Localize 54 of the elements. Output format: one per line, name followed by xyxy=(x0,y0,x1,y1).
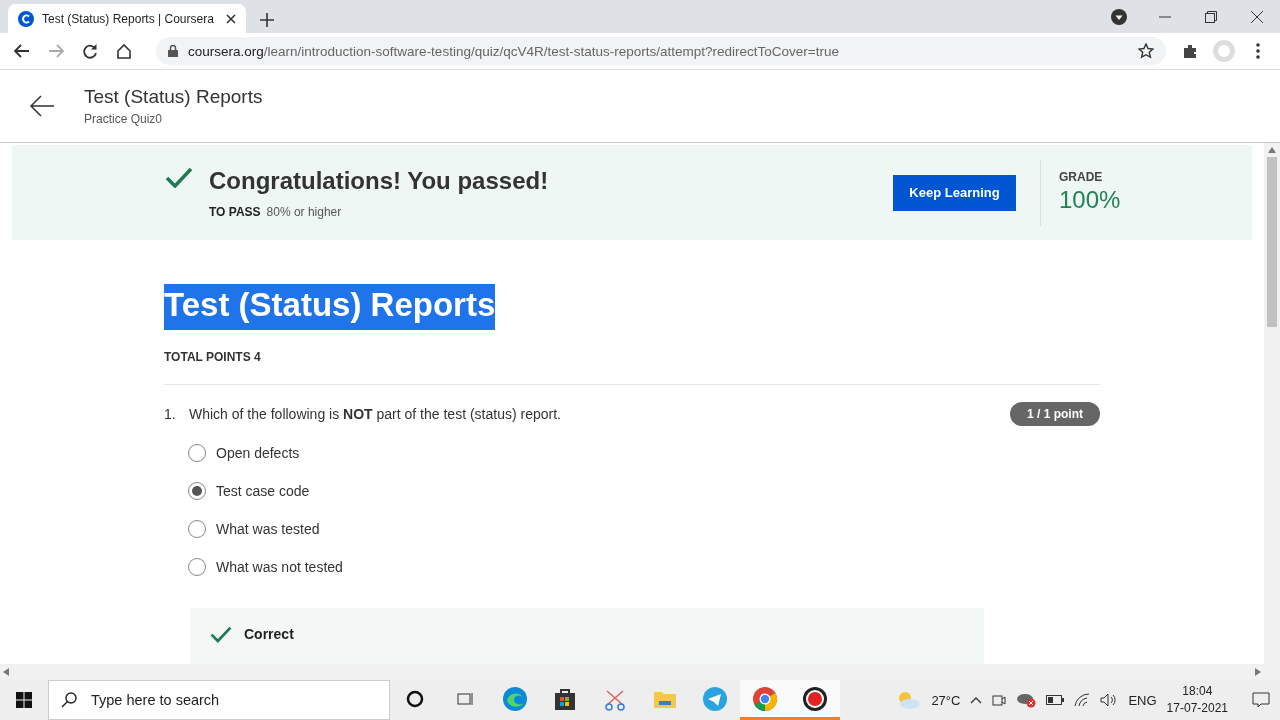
language-indicator[interactable]: ENG xyxy=(1128,692,1157,708)
feedback-verdict: Correct xyxy=(244,626,294,642)
result-heading: Congratulations! You passed! xyxy=(209,166,549,195)
taskbar-search-field[interactable]: Type here to search xyxy=(48,680,390,720)
temperature: 27°C xyxy=(931,692,961,708)
close-icon[interactable] xyxy=(226,13,236,24)
dropdown-icon xyxy=(1111,8,1127,25)
option-label: Open defects xyxy=(216,445,300,461)
score-badge: 1 / 1 point xyxy=(1010,402,1100,426)
check-icon xyxy=(210,626,232,643)
scroll-up-icon[interactable] xyxy=(1268,147,1276,153)
option-label: What was tested xyxy=(216,521,320,537)
tab-title: Test (Status) Reports | Coursera xyxy=(42,11,215,26)
battery-icon[interactable] xyxy=(1046,695,1065,705)
question-number: 1. xyxy=(164,406,177,422)
scrollbar-thumb[interactable] xyxy=(1267,157,1277,327)
scroll-left-icon[interactable] xyxy=(3,668,9,676)
browser-icon xyxy=(502,685,528,712)
cloud-error-icon[interactable] xyxy=(1016,692,1037,708)
clock-date[interactable]: 17-07-2021 xyxy=(1166,700,1228,717)
paper-plane-icon xyxy=(702,685,728,712)
record-icon xyxy=(802,685,828,712)
grade-label: GRADE xyxy=(1059,169,1104,184)
address-bar[interactable]: coursera.org/learn/introduction-software-testing/quiz/qcV4R/test-status-reports/attempt?redirectToCover=true xyxy=(156,37,1166,65)
site-icon xyxy=(18,10,34,27)
clock-time[interactable]: 18:04 xyxy=(1166,683,1228,700)
quiz-title: Test (Status) Reports xyxy=(164,284,496,330)
task-view-icon xyxy=(456,690,474,707)
check-icon xyxy=(165,166,193,188)
page-title: Test (Status) Reports xyxy=(84,86,263,108)
option-label: Test case code xyxy=(216,483,310,499)
question-text: Which of the following is NOT part of the test (status) report. xyxy=(189,406,562,422)
total-points: TOTAL POINTS 4 xyxy=(164,350,1100,385)
chevron-up-icon[interactable] xyxy=(970,696,983,704)
lock-icon xyxy=(168,45,178,57)
option-label: What was not tested xyxy=(216,559,343,575)
notification-icon[interactable] xyxy=(1252,692,1270,708)
keep-learning-button[interactable]: Keep Learning xyxy=(893,174,1016,211)
pass-value: 80% or higher xyxy=(266,204,342,219)
scroll-right-icon[interactable] xyxy=(1255,668,1261,676)
chrome-icon xyxy=(752,685,778,712)
star-icon[interactable] xyxy=(1138,43,1154,59)
speaker-icon[interactable] xyxy=(1100,693,1119,707)
search-icon xyxy=(61,692,77,708)
new-tab-icon[interactable] xyxy=(260,13,274,27)
circle-icon xyxy=(406,689,424,708)
camera-icon[interactable] xyxy=(992,693,1007,707)
grade-value: 100% xyxy=(1059,185,1122,214)
taskbar-app[interactable] xyxy=(790,680,840,720)
wifi-icon[interactable] xyxy=(1074,693,1091,707)
page-subtitle: Practice Quiz0 xyxy=(84,112,164,126)
pass-label: TO PASS xyxy=(209,204,261,219)
browser-tab[interactable]: Test (Status) Reports | Coursera xyxy=(8,4,246,33)
shopping-bag-icon xyxy=(553,686,577,711)
